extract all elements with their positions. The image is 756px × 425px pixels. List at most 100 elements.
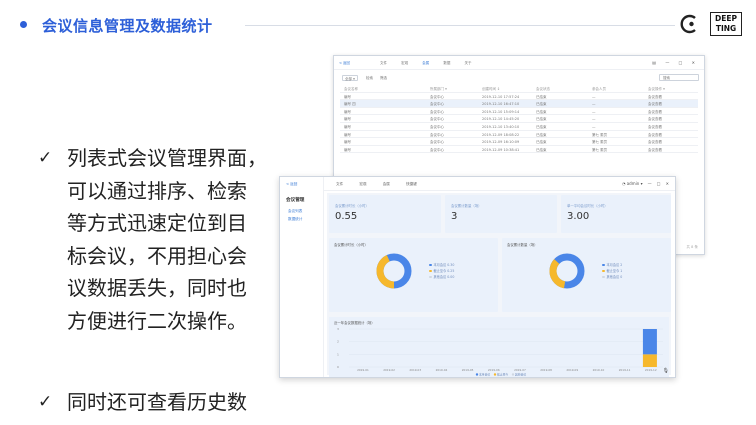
x-tick-label: 2019-10 xyxy=(593,368,605,372)
dashboard-menu-tab[interactable]: 宏观 xyxy=(359,182,366,186)
column-header[interactable]: 创建时间 ↕ xyxy=(482,87,500,92)
table-header-row: 会议名称 所属部门 ▾ 创建时间 ↕ 会议状态 参会人员 会议操作 ▾ xyxy=(340,85,698,93)
donut-chart-count xyxy=(549,253,585,289)
table-cell: 会议中心 xyxy=(430,140,444,145)
microphone-icon[interactable]: 🎙 xyxy=(663,368,669,374)
pie-legend: 本月会议 0.30 截止至今 0.25 其他会议 0.00 xyxy=(429,262,454,280)
sidebar-item-list[interactable]: 会议列表 xyxy=(288,209,302,214)
meeting-table: 会议名称 所属部门 ▾ 创建时间 ↕ 会议状态 参会人员 会议操作 ▾ 编号 会议… xyxy=(340,85,698,154)
header-bullet xyxy=(20,21,27,28)
table-cell: — xyxy=(592,109,596,114)
dashboard-back-button[interactable]: < 返回 xyxy=(286,182,297,187)
list-search-input[interactable]: 搜索 xyxy=(659,74,699,81)
chevron-down-icon[interactable]: ▾ xyxy=(641,181,643,186)
table-cell: 2019-12-10 16:47:10 xyxy=(482,102,520,107)
list-search-toggle[interactable]: 检索 xyxy=(366,76,373,81)
user-name[interactable]: admin xyxy=(627,181,640,186)
table-row[interactable]: 编号 会议中心 2019-12-10 14:45:20 已结束 — 会议查看 xyxy=(340,115,698,123)
column-header[interactable]: 所属部门 ▾ xyxy=(430,87,447,92)
table-row[interactable]: 编号 会议中心 2019-12-09 18:08:22 已结束 第七 委员 会议查看 xyxy=(340,131,698,139)
dashboard-menu-tab[interactable]: 会属 xyxy=(383,182,390,186)
checkmark-icon: ✓ xyxy=(38,148,53,168)
list-menu-tab[interactable]: 宏观 xyxy=(401,61,408,65)
table-cell[interactable]: 会议查看 xyxy=(648,140,662,145)
table-cell: 2019-12-10 14:45:20 xyxy=(482,117,520,122)
legend-label: 截止至今 xyxy=(497,373,508,377)
table-cell[interactable]: 会议查看 xyxy=(648,117,662,122)
y-tick-label: 3 xyxy=(337,327,339,331)
dashboard-menu-tab[interactable]: 快捷键 xyxy=(406,182,417,186)
bullet-line: 等方式迅速定位到目 xyxy=(67,211,247,235)
list-menu-tab[interactable]: 文件 xyxy=(380,61,387,65)
dashboard-toolbar-divider xyxy=(324,190,675,191)
table-cell: 已结束 xyxy=(536,94,547,99)
sidebar-item-stats[interactable]: 数据统计 xyxy=(288,217,302,222)
table-cell: 第七 委员 xyxy=(592,147,608,152)
pie-title: 会议累计时长（小时） xyxy=(334,243,368,247)
list-window-controls[interactable]: ▤ — □ ✕ xyxy=(652,60,699,65)
pie-card-count: 会议累计数量（场） 本月会议 2 截止至今 1 其他会议 0 xyxy=(502,238,671,312)
bar-blue xyxy=(642,329,657,355)
list-menu-tab[interactable]: 关于 xyxy=(465,61,472,65)
stat-card-duration: 会议累计时长（小时） 0.55 xyxy=(329,195,441,233)
list-footer: 共 8 条 xyxy=(686,245,698,249)
dashboard-sidebar: < 返回 会议管理 会议列表 数据统计 xyxy=(280,177,324,377)
table-row[interactable]: 编号 会议中心 2019-12-09 10:38:41 已结束 第七 委员 会议查看 xyxy=(340,146,698,154)
table-row[interactable]: 编号 会议中心 2019-12-09 16:10:09 已结束 第七 委员 会议查看 xyxy=(340,138,698,146)
x-tick-label: 2019-04 xyxy=(436,368,448,372)
table-cell[interactable]: 会议查看 xyxy=(648,133,662,138)
table-row[interactable]: 编号 会议中心 2019-12-10 15:09:14 已结束 — 会议查看 xyxy=(340,108,698,116)
stat-card-label: 单一平均会议时长（小时） xyxy=(567,204,608,208)
stat-card-label: 会议累计时长（小时） xyxy=(335,204,369,208)
table-cell[interactable]: 会议查看 xyxy=(648,95,662,100)
table-cell: — xyxy=(592,124,596,129)
column-header[interactable]: 会议状态 xyxy=(536,87,550,92)
x-tick-label: 2019-08 xyxy=(540,368,552,372)
close-button[interactable]: ✕ xyxy=(666,181,669,186)
column-header[interactable]: 参会人员 xyxy=(592,87,606,92)
table-cell[interactable]: 会议查看 xyxy=(648,102,662,107)
list-menu-tab-active[interactable]: 会属 xyxy=(422,61,429,65)
table-cell: 编号 四 xyxy=(344,102,356,107)
bullet-line: 方便进行二次操作。 xyxy=(67,308,247,333)
legend-item: 其他会议 0.00 xyxy=(429,274,454,280)
checkmark-icon: ✓ xyxy=(38,392,53,412)
list-toolbar: < 返回 文件 宏观 会属 数据 关于 ▤ — □ ✕ xyxy=(334,56,704,70)
table-row[interactable]: 编号 会议中心 2019-12-10 17:57:24 已结束 — 会议查看 xyxy=(340,93,698,101)
minimize-button[interactable]: — xyxy=(648,181,652,186)
list-filter-toggle[interactable]: 筛选 xyxy=(380,76,387,81)
table-cell[interactable]: 会议查看 xyxy=(648,125,662,130)
dashboard-menu-tab[interactable]: 文件 xyxy=(336,182,343,186)
table-cell: — xyxy=(592,94,596,99)
list-back-button[interactable]: < 返回 xyxy=(339,61,350,66)
table-row[interactable]: 编号 四 会议中心 2019-12-10 16:47:10 已结束 — 会议查看 xyxy=(340,100,698,108)
dashboard-window-controls: ◔ admin ▾ — □ ✕ xyxy=(622,181,669,186)
table-row[interactable]: 编号 会议中心 2019-12-10 13:40:10 已结束 — 会议查看 xyxy=(340,123,698,131)
stat-card-value: 3 xyxy=(451,211,458,222)
x-tick-label: 2019-07 xyxy=(514,368,526,372)
x-tick-label: 2019-09 xyxy=(566,368,578,372)
table-cell: 会议中心 xyxy=(430,102,444,107)
column-header[interactable]: 会议操作 ▾ xyxy=(648,87,665,92)
dashboard-body: 会议累计时长（小时） 0.55 会议累计数量（场） 3 单一平均会议时长（小时）… xyxy=(327,193,671,377)
column-header[interactable]: 会议名称 xyxy=(344,87,358,92)
legend-item: 其他会议 0 xyxy=(602,274,622,280)
table-cell: 编号 xyxy=(344,124,351,129)
legend-dot xyxy=(511,373,515,376)
pie-legend: 本月会议 2 截止至今 1 其他会议 0 xyxy=(602,262,622,280)
x-tick-label: 2019-02 xyxy=(383,368,395,372)
bullet-line: 议数据丢失，同时也 xyxy=(67,276,247,300)
table-cell[interactable]: 会议查看 xyxy=(648,148,662,153)
table-body: 编号 会议中心 2019-12-10 17:57:24 已结束 — 会议查看 编号 四会议中… xyxy=(340,93,698,154)
bullet-line: 可以通过排序、检索 xyxy=(67,178,247,203)
table-cell: 编号 xyxy=(344,94,351,99)
list-filter-dropdown[interactable]: 全部 ▾ xyxy=(342,75,358,81)
pie-title: 会议累计数量（场） xyxy=(507,243,538,247)
table-cell[interactable]: 会议查看 xyxy=(648,110,662,115)
clock-icon[interactable]: ◔ xyxy=(622,181,626,186)
table-cell: 2019-12-09 16:10:09 xyxy=(482,140,520,145)
stat-card-count: 会议累计数量（场） 3 xyxy=(445,195,557,233)
maximize-button[interactable]: □ xyxy=(657,181,661,186)
list-menu-tab[interactable]: 数据 xyxy=(443,61,450,65)
stat-card-value: 0.55 xyxy=(335,211,358,222)
